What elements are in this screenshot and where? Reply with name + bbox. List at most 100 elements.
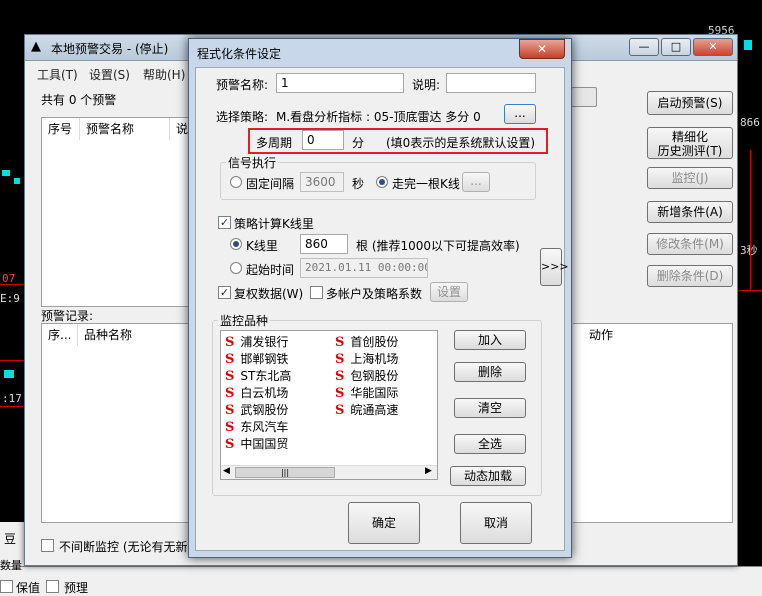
continuous-monitor-checkbox[interactable] (41, 539, 54, 552)
clear-stocks-button[interactable]: 清空 (454, 398, 526, 418)
alert-log-list-right[interactable]: 动作 (573, 323, 733, 523)
delete-condition-button[interactable]: 删除条件(D) (647, 265, 733, 287)
stock-marker-icon: S (225, 335, 235, 350)
stock-marker-icon: S (225, 369, 235, 384)
stock-list-item[interactable]: S 包钢股份 (335, 367, 398, 384)
col-index[interactable]: 序号 (42, 118, 80, 140)
col-action[interactable]: 动作 (583, 324, 723, 346)
calc-kline-label: 策略计算K线里 (234, 217, 314, 231)
continuous-monitor-label: 不间断监控 (无论有无新行 (59, 540, 189, 554)
monitor-stocks-title: 监控品种 (218, 312, 271, 329)
select-all-button[interactable]: 全选 (454, 434, 526, 454)
fixed-interval-label: 固定间隔 (246, 177, 295, 191)
add-stock-button[interactable]: 加入 (454, 330, 526, 350)
fixed-interval-input[interactable]: 3600 (300, 172, 344, 192)
stock-marker-icon: S (335, 335, 345, 350)
preprocess-checkbox[interactable] (46, 580, 59, 593)
kline-complete-radio[interactable] (376, 176, 388, 188)
kline-count-input[interactable]: 860 (300, 234, 348, 254)
stock-name: 上海机场 (350, 352, 399, 366)
bottom-panel (0, 566, 762, 596)
stock-marker-icon: S (335, 369, 345, 384)
chart-candle (14, 178, 20, 184)
chart-candle (2, 170, 10, 176)
chart-line (750, 150, 751, 290)
stock-list-item[interactable]: S 武钢股份 (225, 401, 288, 418)
chart-value-right2: 3秒 (740, 244, 758, 257)
history-eval-line2: 历史测评(T) (657, 144, 723, 158)
chart-line (0, 360, 24, 361)
multi-period-input[interactable]: 0 (302, 130, 344, 150)
remove-stock-button[interactable]: 删除 (454, 362, 526, 382)
strategy-label: 选择策略: (216, 110, 269, 124)
alert-name-label: 预警名称: (216, 78, 269, 92)
calc-kline-checkbox[interactable]: ✓ (218, 216, 231, 229)
strategy-browse-button[interactable]: ... (504, 104, 536, 124)
stock-list-item[interactable]: S ST东北高 (225, 367, 291, 384)
desc-label: 说明: (412, 78, 441, 92)
stock-list-item[interactable]: S 首创股份 (335, 333, 398, 350)
close-button[interactable]: ✕ (693, 38, 733, 56)
menu-tools[interactable]: 工具(T) (37, 66, 78, 83)
chart-value-left2: E:9 (0, 292, 20, 305)
bottom-tab[interactable]: 豆 (4, 530, 16, 547)
desc-input[interactable] (446, 73, 536, 93)
edit-condition-button[interactable]: 修改条件(M) (647, 233, 733, 255)
col-alert-name[interactable]: 预警名称 (80, 118, 170, 140)
scroll-thumb[interactable]: ||| (235, 467, 335, 478)
stock-name: 首创股份 (350, 335, 399, 349)
add-condition-button[interactable]: 新增条件(A) (647, 201, 733, 223)
ok-button[interactable]: 确定 (348, 502, 420, 544)
hedge-label: 保值 (16, 581, 41, 595)
col-log-index[interactable]: 序... (42, 324, 78, 346)
minimize-button[interactable]: — (629, 38, 659, 56)
chart-value-left3: :17 (2, 392, 22, 405)
start-time-label: 起始时间 (246, 263, 295, 277)
horizontal-scrollbar[interactable]: ◀ ||| ▶ (221, 465, 437, 479)
stock-list-item[interactable]: S 白云机场 (225, 384, 288, 401)
rights-checkbox[interactable]: ✓ (218, 286, 231, 299)
stock-list[interactable]: S 浦发银行 S 邯郸钢铁 S ST东北高 S 白云机场 S 武钢股份 S 东风汽车 S 中国国贸 S 首创… (220, 330, 438, 480)
alert-log-list[interactable]: 序... 品种名称 (41, 323, 201, 523)
alert-name-input[interactable]: 1 (276, 73, 404, 93)
kline-period-button[interactable]: ... (462, 172, 490, 192)
stock-list-item[interactable]: S 中国国贸 (225, 435, 288, 452)
monitor-button[interactable]: 监控(J) (647, 167, 733, 189)
stock-list-item[interactable]: S 皖通高速 (335, 401, 398, 418)
chart-line (0, 406, 24, 407)
seconds-label: 秒 (352, 177, 365, 191)
multi-account-checkbox[interactable] (310, 286, 323, 299)
start-alert-button[interactable]: 启动预警(S) (647, 91, 733, 115)
stock-name: 浦发银行 (240, 335, 289, 349)
scroll-left-arrow[interactable]: ◀ (223, 466, 230, 476)
fixed-interval-radio[interactable] (230, 176, 242, 188)
stock-name: 武钢股份 (240, 403, 289, 417)
stock-list-item[interactable]: S 东风汽车 (225, 418, 288, 435)
history-eval-button[interactable]: 精细化 历史测评(T) (647, 127, 733, 159)
kline-count-radio[interactable] (230, 238, 242, 250)
menu-settings[interactable]: 设置(S) (89, 66, 130, 83)
stock-list-item[interactable]: S 邯郸钢铁 (225, 350, 288, 367)
stock-name: 皖通高速 (350, 403, 399, 417)
maximize-button[interactable]: □ (661, 38, 691, 56)
scroll-right-arrow[interactable]: ▶ (425, 466, 432, 476)
expand-button[interactable]: >>> (540, 248, 569, 286)
stock-list-item[interactable]: S 上海机场 (335, 350, 398, 367)
start-time-radio[interactable] (230, 262, 242, 274)
multi-account-settings-button[interactable]: 设置 (430, 282, 468, 302)
hedge-checkbox[interactable] (0, 580, 13, 593)
menu-help[interactable]: 帮助(H) (143, 66, 185, 83)
stock-marker-icon: S (225, 437, 235, 452)
toolbar-stub-button[interactable] (571, 87, 597, 107)
alert-count: 共有 0 个预警 (41, 93, 117, 107)
cancel-button[interactable]: 取消 (460, 502, 532, 544)
dynamic-load-button[interactable]: 动态加载 (450, 466, 526, 486)
dialog-close-button[interactable]: ✕ (519, 39, 565, 59)
multi-period-unit: 分 (352, 136, 365, 150)
stock-marker-icon: S (225, 403, 235, 418)
stock-list-item[interactable]: S 华能国际 (335, 384, 398, 401)
col-symbol-name[interactable]: 品种名称 (78, 324, 200, 346)
start-time-input[interactable]: 2021.01.11 00:00:00 (300, 258, 428, 278)
stock-list-item[interactable]: S 浦发银行 (225, 333, 288, 350)
alert-list[interactable]: 序号 预警名称 说 (41, 117, 201, 307)
